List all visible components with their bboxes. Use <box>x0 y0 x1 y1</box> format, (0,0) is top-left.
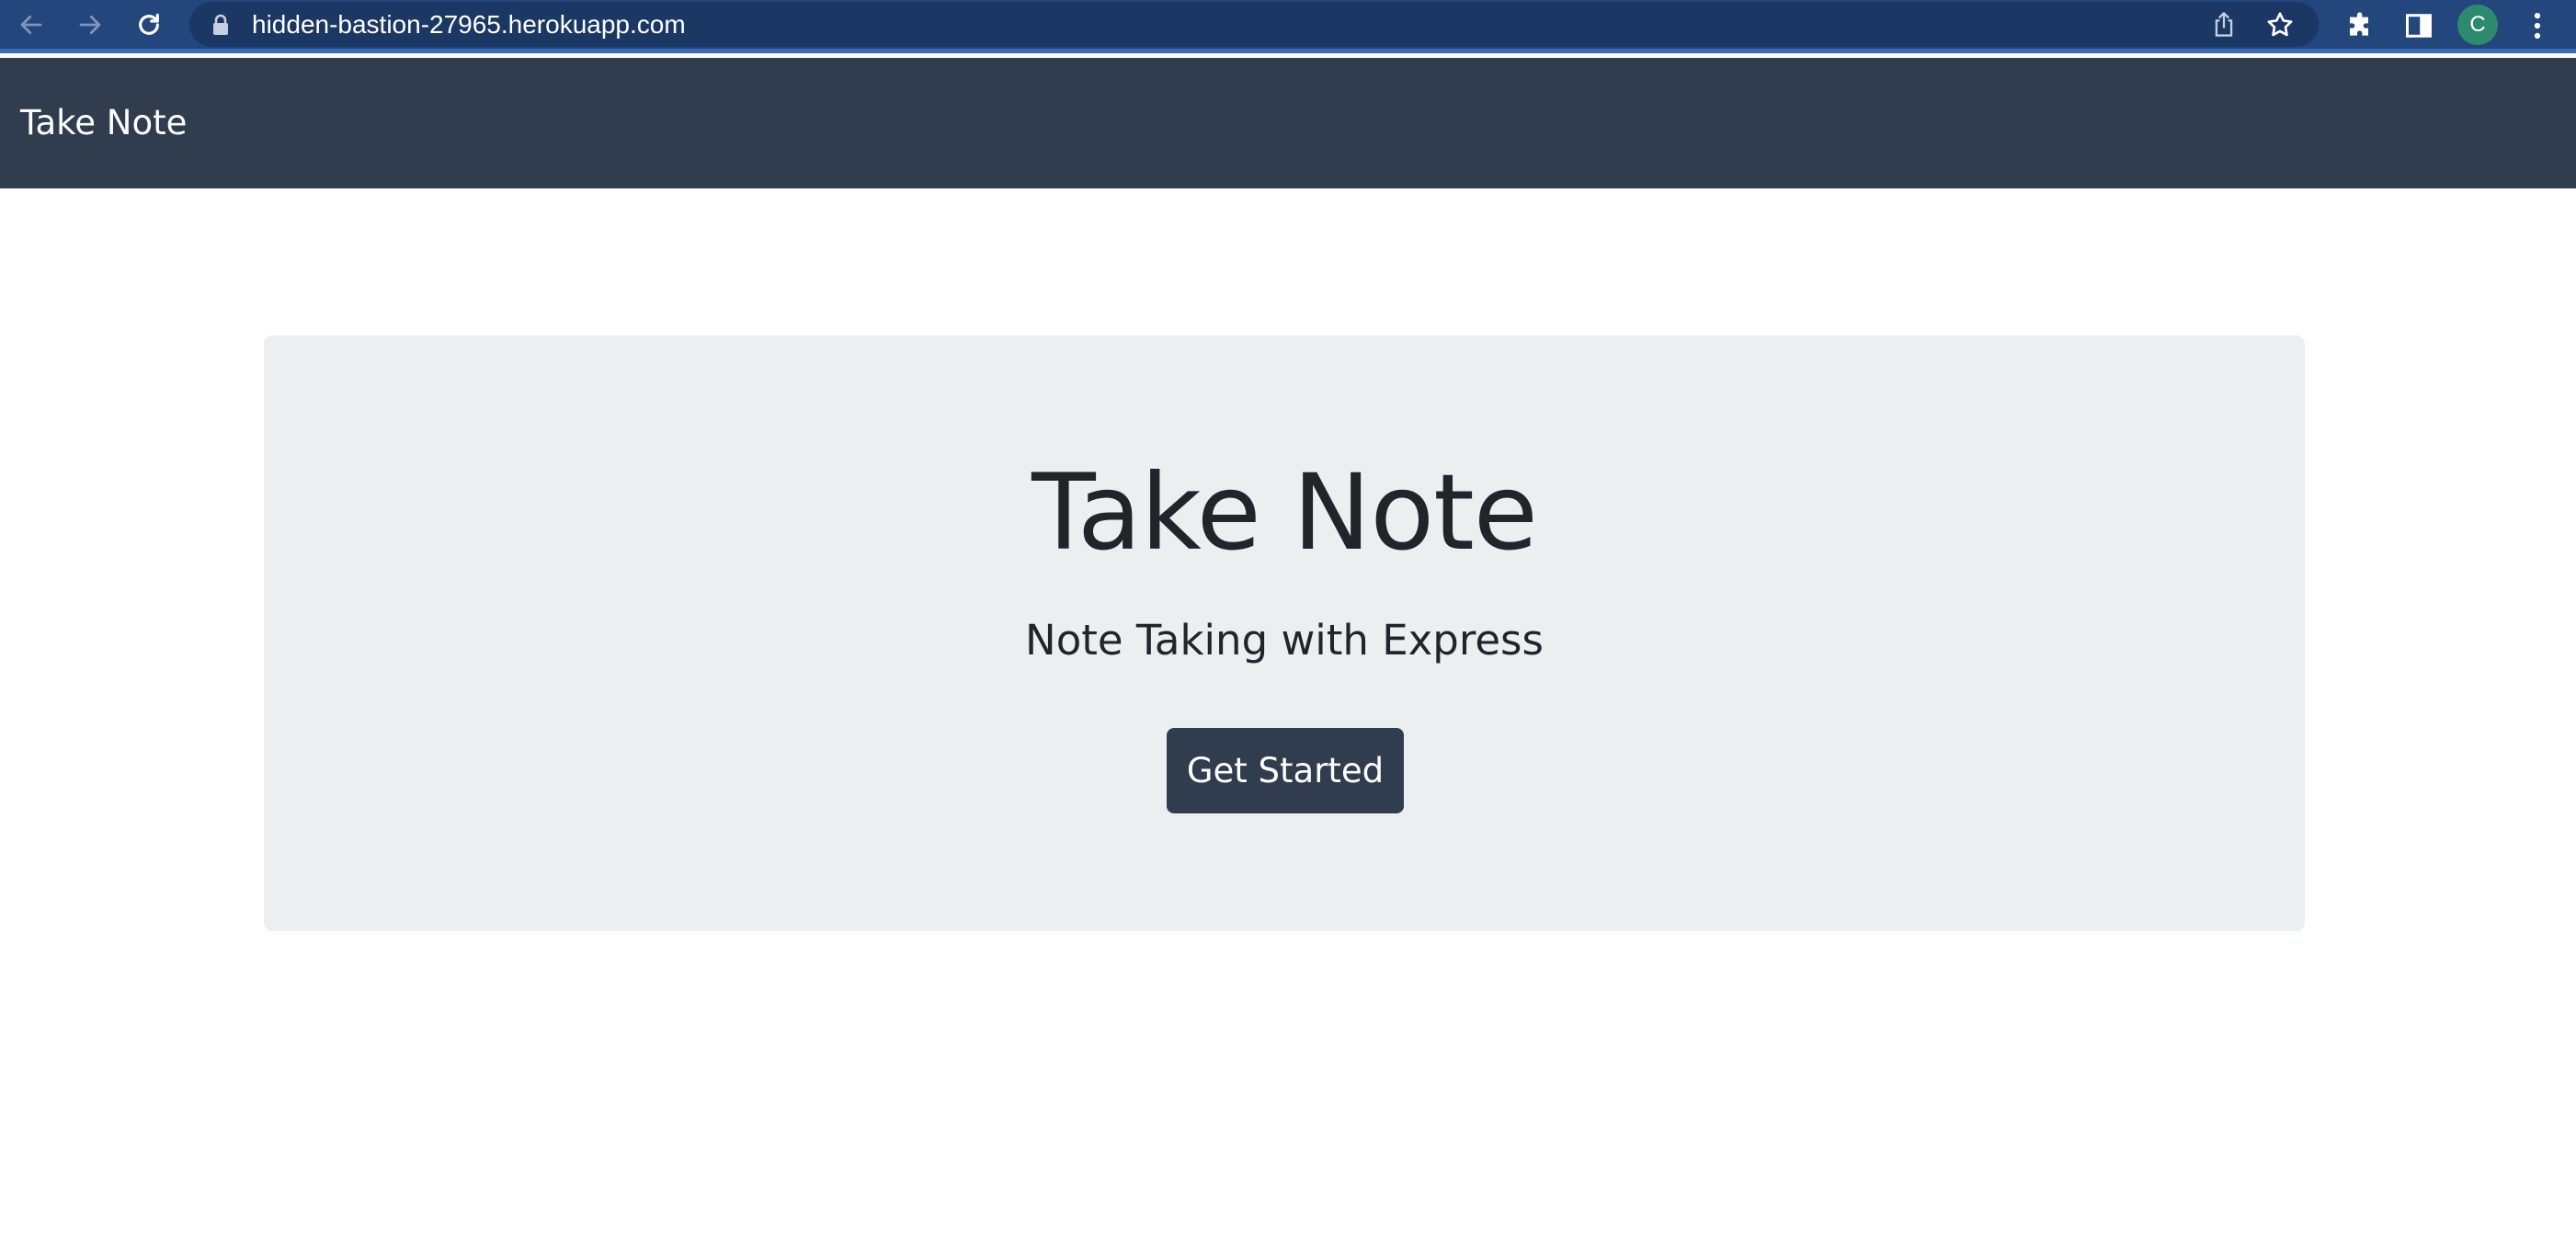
share-icon <box>2215 12 2233 37</box>
share-button[interactable] <box>2208 9 2240 40</box>
side-panel-button[interactable] <box>2400 7 2437 44</box>
lock-icon[interactable] <box>211 14 230 36</box>
bookmark-button[interactable] <box>2264 9 2296 40</box>
arrow-left-icon <box>20 15 42 35</box>
forward-button[interactable] <box>70 6 110 43</box>
side-panel-icon <box>2406 14 2432 38</box>
arrow-right-icon <box>79 15 101 35</box>
site-navbar: Take Note <box>0 58 2576 188</box>
navbar-brand-link[interactable]: Take Note <box>20 58 187 188</box>
profile-avatar[interactable]: C <box>2457 5 2498 45</box>
hero-subtitle: Note Taking with Express <box>1025 616 1544 665</box>
browser-toolbar: hidden-bastion-27965.herokuapp.com C <box>0 0 2576 53</box>
hero-jumbotron: Take Note Note Taking with Express Get S… <box>264 335 2305 931</box>
kebab-menu-icon <box>2534 12 2541 40</box>
hero-title: Take Note <box>1032 451 1538 574</box>
get-started-button[interactable]: Get Started <box>1167 728 1404 813</box>
url-text[interactable]: hidden-bastion-27965.herokuapp.com <box>252 2 686 47</box>
puzzle-icon <box>2350 12 2368 36</box>
back-button[interactable] <box>11 6 51 43</box>
reload-button[interactable] <box>129 6 169 43</box>
extensions-button[interactable] <box>2342 7 2379 44</box>
browser-menu-button[interactable] <box>2519 7 2556 44</box>
star-icon <box>2267 12 2293 37</box>
address-bar[interactable]: hidden-bastion-27965.herokuapp.com <box>189 2 2319 47</box>
reload-icon <box>139 13 159 35</box>
